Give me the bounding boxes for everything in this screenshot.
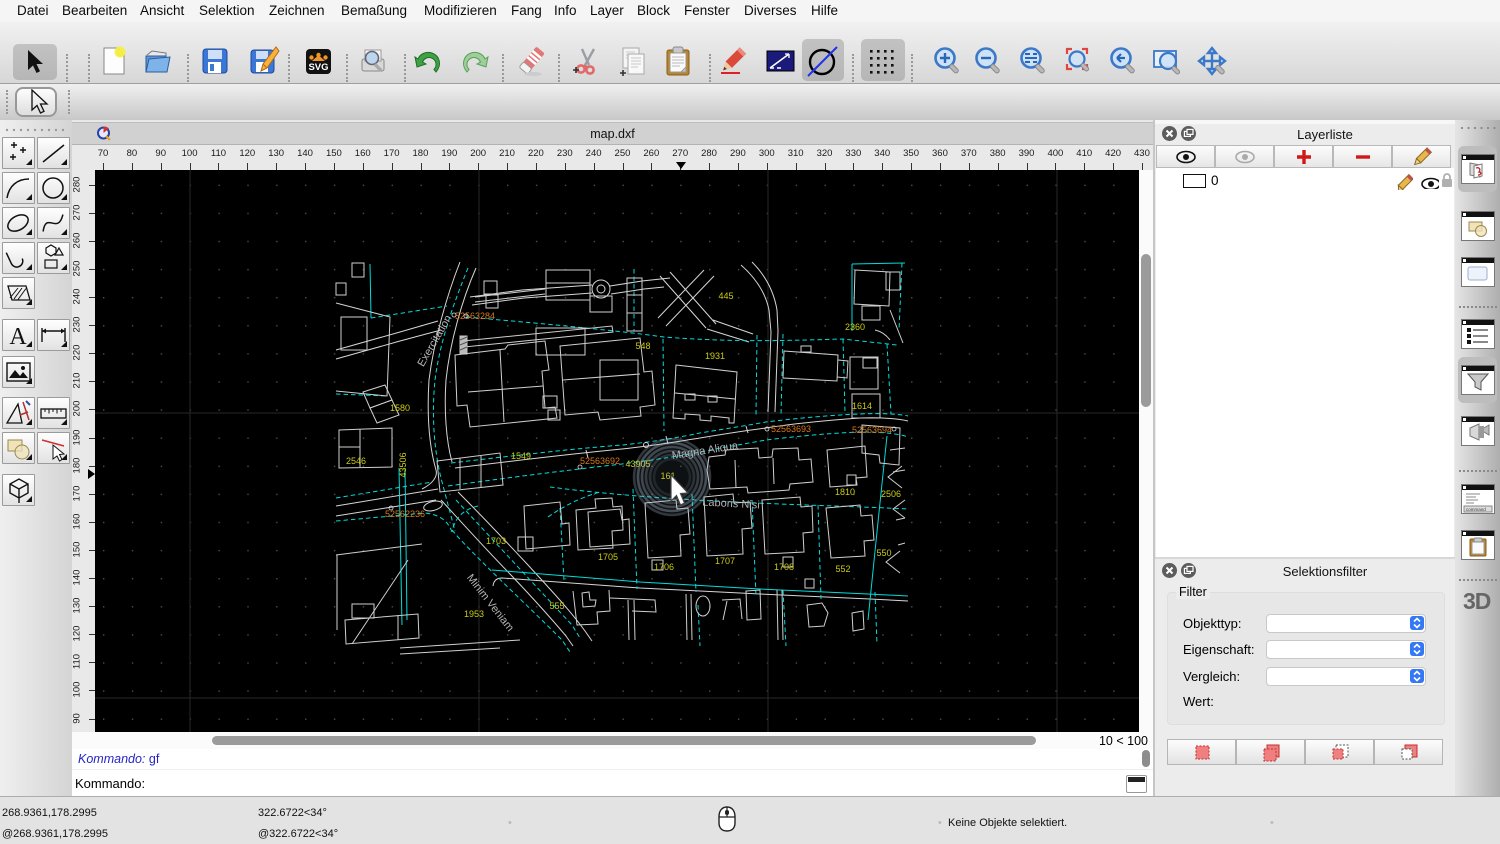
svg-text:43506: 43506 [398,452,408,477]
svg-text:A: A [9,324,27,350]
svg-text:SVG: SVG [308,62,328,73]
svg-text:52563693: 52563693 [771,424,811,434]
svg-text:52563694: 52563694 [852,425,892,435]
svg-text:548: 548 [635,341,650,351]
svg-text:552: 552 [835,564,850,574]
svg-text:550: 550 [876,548,891,558]
svg-text:445: 445 [718,291,733,301]
svg-text:1810: 1810 [835,487,855,497]
svg-text:1580: 1580 [390,403,410,413]
svg-text:1953: 1953 [464,609,484,619]
svg-text:52563692: 52563692 [580,456,620,466]
svg-text:2546: 2546 [346,456,366,466]
svg-text:2506: 2506 [881,489,901,499]
svg-text:1549: 1549 [511,451,531,461]
svg-text:command: command [1466,507,1486,512]
svg-text:1931: 1931 [705,351,725,361]
svg-text:52563284: 52563284 [455,311,495,321]
svg-text:1614: 1614 [852,401,872,411]
svg-text:1703: 1703 [486,536,506,546]
svg-text:1705: 1705 [598,552,618,562]
svg-text:1707: 1707 [715,556,735,566]
svg-text:1706: 1706 [654,562,674,572]
svg-text:52562236: 52562236 [385,509,425,519]
svg-text:1708: 1708 [774,562,794,572]
svg-text:555: 555 [549,601,564,611]
svg-text:2360: 2360 [845,322,865,332]
